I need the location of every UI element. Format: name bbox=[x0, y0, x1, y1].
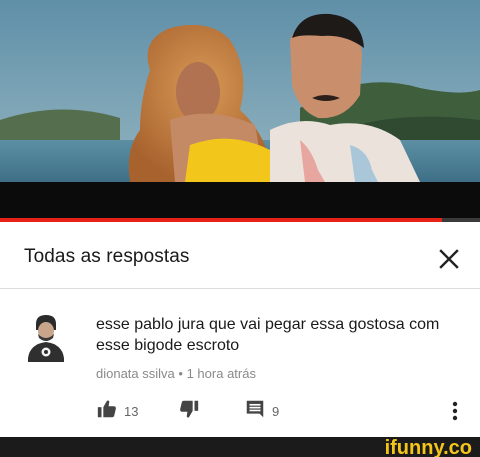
meta-separator: • bbox=[178, 366, 183, 381]
like-count: 13 bbox=[124, 403, 139, 419]
svg-text:ifunny.co: ifunny.co bbox=[385, 437, 472, 457]
comment-meta: dionata ssilva • 1 hora atrás bbox=[96, 366, 256, 381]
comment-actions: 13 9 bbox=[0, 398, 480, 428]
more-vert-icon[interactable] bbox=[448, 398, 462, 424]
page-title: Todas as respostas bbox=[24, 246, 190, 267]
like-button[interactable]: 13 bbox=[96, 398, 138, 424]
close-icon[interactable] bbox=[434, 244, 464, 274]
watermark-bar: ifunny.co bbox=[0, 437, 480, 457]
thumbs-up-icon bbox=[96, 398, 118, 425]
video-progress-bar[interactable] bbox=[0, 218, 480, 222]
video-player[interactable] bbox=[0, 0, 480, 222]
reply-button[interactable]: 9 bbox=[244, 398, 279, 424]
comment-author[interactable]: dionata ssilva bbox=[96, 366, 175, 381]
comment-item: esse pablo jura que vai pegar essa gosto… bbox=[0, 292, 480, 437]
reply-icon bbox=[244, 398, 266, 425]
avatar[interactable] bbox=[22, 312, 70, 362]
thumbs-down-icon bbox=[178, 398, 200, 425]
video-progress-fill bbox=[0, 218, 442, 222]
comment-text: esse pablo jura que vai pegar essa gosto… bbox=[96, 316, 440, 354]
dislike-button[interactable] bbox=[178, 398, 200, 424]
reply-count: 9 bbox=[272, 403, 280, 419]
video-frame-image bbox=[0, 0, 480, 218]
ifunny-watermark-logo: ifunny.co bbox=[385, 437, 472, 457]
comment-time: 1 hora atrás bbox=[186, 366, 256, 381]
replies-header: Todas as respostas bbox=[0, 228, 480, 289]
